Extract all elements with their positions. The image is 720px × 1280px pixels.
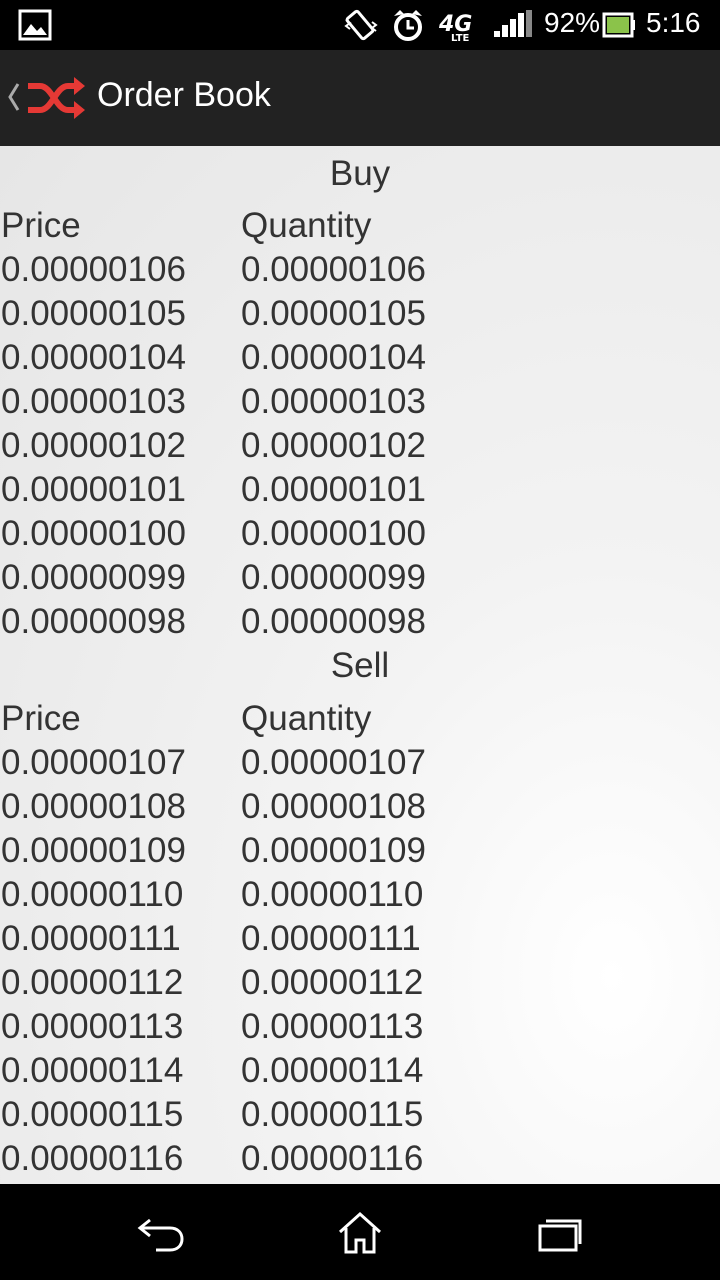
home-button[interactable] (300, 1184, 420, 1280)
back-chevron-icon (7, 82, 21, 116)
sell-price-cell: 0.00000108 (1, 787, 186, 826)
sell-quantity-cell: 0.00000108 (241, 787, 426, 826)
buy-price-cell: 0.00000098 (1, 602, 186, 641)
sell-quantity-header: Quantity (241, 699, 372, 738)
buy-heading: Buy (329, 154, 391, 193)
buy-header-row: Price Quantity (0, 204, 720, 248)
buy-price-header: Price (1, 206, 81, 245)
back-button[interactable] (100, 1184, 220, 1280)
action-bar: Order Book (0, 50, 720, 146)
buy-quantity-header: Quantity (241, 206, 372, 245)
sell-heading: Sell (330, 646, 390, 685)
recent-apps-button[interactable] (500, 1184, 620, 1280)
sell-quantity-cell: 0.00000113 (241, 1007, 424, 1046)
buy-price-cell: 0.00000102 (1, 426, 186, 465)
buy-row: 0.00000102 0.00000102 (0, 424, 720, 468)
sell-price-cell: 0.00000112 (1, 963, 184, 1002)
buy-price-cell: 0.00000103 (1, 382, 186, 421)
buy-price-cell: 0.00000101 (1, 470, 186, 509)
buy-quantity-cell: 0.00000101 (241, 470, 426, 509)
sell-row: 0.00000111 0.00000111 (0, 917, 720, 961)
sell-quantity-cell: 0.00000107 (241, 743, 426, 782)
network-4g-lte-icon: 4G LTE (437, 0, 477, 50)
buy-row: 0.00000098 0.00000098 (0, 600, 720, 644)
buy-row: 0.00000099 0.00000099 (0, 556, 720, 600)
sell-quantity-cell: 0.00000111 (241, 919, 421, 958)
buy-quantity-cell: 0.00000099 (241, 558, 426, 597)
buy-quantity-cell: 0.00000102 (241, 426, 426, 465)
sell-header-row: Price Quantity (0, 697, 720, 741)
buy-price-cell: 0.00000105 (1, 294, 186, 333)
status-bar: 4G LTE 92% 5:16 (0, 0, 720, 50)
buy-quantity-cell: 0.00000103 (241, 382, 426, 421)
sell-quantity-cell: 0.00000116 (241, 1139, 424, 1178)
buy-price-cell: 0.00000099 (1, 558, 186, 597)
recent-apps-icon (536, 1212, 584, 1258)
back-icon (136, 1214, 186, 1258)
buy-row: 0.00000103 0.00000103 (0, 380, 720, 424)
clock-time: 5:16 (646, 7, 701, 38)
buy-row: 0.00000100 0.00000100 (0, 512, 720, 556)
order-book-content[interactable]: Buy Price Quantity 0.00000106 0.00000106… (0, 146, 720, 1184)
sell-row: 0.00000116 0.00000116 (0, 1137, 720, 1181)
sell-price-cell: 0.00000114 (1, 1051, 184, 1090)
home-icon (336, 1210, 384, 1260)
buy-quantity-cell: 0.00000105 (241, 294, 426, 333)
sell-row: 0.00000115 0.00000115 (0, 1093, 720, 1137)
buy-row: 0.00000106 0.00000106 (0, 248, 720, 292)
sell-row: 0.00000110 0.00000110 (0, 873, 720, 917)
buy-row: 0.00000101 0.00000101 (0, 468, 720, 512)
vibrate-icon (342, 0, 378, 50)
up-navigation-button[interactable] (0, 50, 92, 146)
sell-price-header: Price (1, 699, 81, 738)
signal-icon (492, 0, 534, 50)
sell-row: 0.00000114 0.00000114 (0, 1049, 720, 1093)
alarm-clock-icon (391, 0, 425, 50)
buy-quantity-cell: 0.00000104 (241, 338, 426, 377)
sell-price-cell: 0.00000116 (1, 1139, 184, 1178)
network-sub-label: LTE (451, 33, 470, 44)
page-title: Order Book (97, 76, 271, 114)
sell-price-cell: 0.00000113 (1, 1007, 184, 1046)
buy-quantity-cell: 0.00000098 (241, 602, 426, 641)
buy-quantity-cell: 0.00000106 (241, 250, 426, 289)
sell-price-cell: 0.00000115 (1, 1095, 184, 1134)
sell-price-cell: 0.00000111 (1, 919, 181, 958)
picture-icon (18, 9, 52, 41)
sell-price-cell: 0.00000109 (1, 831, 186, 870)
buy-price-cell: 0.00000104 (1, 338, 186, 377)
sell-quantity-cell: 0.00000109 (241, 831, 426, 870)
buy-row: 0.00000104 0.00000104 (0, 336, 720, 380)
sell-price-cell: 0.00000110 (1, 875, 184, 914)
sell-row: 0.00000113 0.00000113 (0, 1005, 720, 1049)
battery-percent: 92% (544, 7, 601, 38)
sell-quantity-cell: 0.00000110 (241, 875, 424, 914)
sell-row: 0.00000109 0.00000109 (0, 829, 720, 873)
buy-price-cell: 0.00000100 (1, 514, 186, 553)
buy-price-cell: 0.00000106 (1, 250, 186, 289)
sell-quantity-cell: 0.00000112 (241, 963, 424, 1002)
sell-row: 0.00000112 0.00000112 (0, 961, 720, 1005)
buy-quantity-cell: 0.00000100 (241, 514, 426, 553)
sell-price-cell: 0.00000107 (1, 743, 186, 782)
shuffle-logo-icon (26, 76, 86, 124)
buy-row: 0.00000105 0.00000105 (0, 292, 720, 336)
sell-row: 0.00000107 0.00000107 (0, 741, 720, 785)
battery-icon (602, 0, 636, 50)
navigation-bar (0, 1184, 720, 1280)
sell-quantity-cell: 0.00000115 (241, 1095, 424, 1134)
sell-row: 0.00000108 0.00000108 (0, 785, 720, 829)
sell-quantity-cell: 0.00000114 (241, 1051, 424, 1090)
